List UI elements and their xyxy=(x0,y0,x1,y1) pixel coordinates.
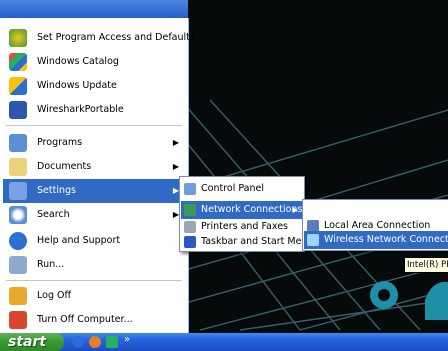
start-menu: Set Program Access and Defaults Windows … xyxy=(0,0,195,333)
menu-item-windows-update[interactable]: Windows Update xyxy=(3,74,185,98)
menu-item-turn-off[interactable]: Turn Off Computer... xyxy=(3,308,185,332)
windows-update-icon xyxy=(9,77,27,95)
wireless-connection-icon xyxy=(307,234,319,246)
menu-item-label: Turn Off Computer... xyxy=(37,314,133,325)
submenu-item-label: Wireless Network Connection xyxy=(324,234,448,245)
submenu-item-control-panel[interactable]: Control Panel xyxy=(181,180,303,198)
power-icon xyxy=(9,311,27,329)
wireshark-icon xyxy=(9,101,27,119)
submenu-item-network-connections[interactable]: Network Connections ▶ xyxy=(181,201,303,219)
submenu-item-label: Control Panel xyxy=(201,183,264,194)
firefox-quicklaunch-icon[interactable] xyxy=(89,336,101,348)
desktop-quicklaunch-icon[interactable] xyxy=(106,336,118,348)
menu-item-label: Search xyxy=(37,209,70,220)
search-icon xyxy=(9,206,27,224)
menu-item-windows-catalog[interactable]: Windows Catalog xyxy=(3,50,185,74)
chevron-right-icon: ▶ xyxy=(172,138,179,147)
menu-item-settings[interactable]: Settings ▶ xyxy=(3,179,185,203)
menu-item-label: WiresharkPortable xyxy=(37,104,124,115)
control-panel-icon xyxy=(184,183,196,195)
run-icon xyxy=(9,256,27,274)
menu-item-log-off[interactable]: Log Off xyxy=(3,284,185,308)
submenu-item-taskbar[interactable]: Taskbar and Start Menu xyxy=(181,233,313,251)
help-icon xyxy=(9,232,27,250)
menu-separator xyxy=(6,280,182,281)
menu-item-label: Set Program Access and Defaults xyxy=(37,32,195,43)
menu-item-program-access[interactable]: Set Program Access and Defaults xyxy=(3,26,195,50)
network-connections-icon xyxy=(184,204,196,216)
menu-item-label: Windows Update xyxy=(37,80,117,91)
start-menu-header xyxy=(0,0,188,18)
programs-icon xyxy=(9,134,27,152)
menu-item-label: Run... xyxy=(37,259,65,270)
submenu-item-label: Network Connections xyxy=(201,204,303,215)
menu-item-label: Documents xyxy=(37,161,92,172)
menu-item-label: Log Off xyxy=(37,290,72,301)
log-off-icon xyxy=(9,287,27,305)
taskbar-icon xyxy=(184,236,196,248)
menu-item-label: Programs xyxy=(37,137,83,148)
submenu-item-label: Taskbar and Start Menu xyxy=(201,236,314,247)
menu-item-label: Windows Catalog xyxy=(37,56,119,67)
program-access-icon xyxy=(9,29,27,47)
submenu-item-wireless-connection[interactable]: Wireless Network Connection xyxy=(304,231,448,249)
chevron-right-icon: ▶ xyxy=(292,206,298,214)
settings-submenu: Control Panel Network Connections ▶ Prin… xyxy=(179,176,313,252)
tooltip: Intel(R) PR xyxy=(404,257,448,273)
menu-item-search[interactable]: Search ▶ xyxy=(3,203,185,227)
quicklaunch-overflow-button[interactable]: » xyxy=(124,334,130,345)
menu-item-help[interactable]: Help and Support xyxy=(3,229,185,253)
menu-item-run[interactable]: Run... xyxy=(3,253,185,277)
menu-separator xyxy=(6,125,182,126)
ie-quicklaunch-icon[interactable] xyxy=(72,336,84,348)
network-submenu: Local Area Connection Wireless Network C… xyxy=(302,199,448,251)
documents-icon xyxy=(9,158,27,176)
taskbar: start » xyxy=(0,333,448,351)
menu-item-label: Help and Support xyxy=(37,235,121,246)
menu-item-documents[interactable]: Documents ▶ xyxy=(3,155,185,179)
windows-catalog-icon xyxy=(9,53,27,71)
menu-item-programs[interactable]: Programs ▶ xyxy=(3,131,185,155)
settings-icon xyxy=(9,182,27,200)
menu-item-wireshark[interactable]: WiresharkPortable xyxy=(3,98,185,122)
printer-icon xyxy=(184,221,196,233)
start-button[interactable]: start xyxy=(0,333,64,351)
menu-item-label: Settings xyxy=(37,185,76,196)
